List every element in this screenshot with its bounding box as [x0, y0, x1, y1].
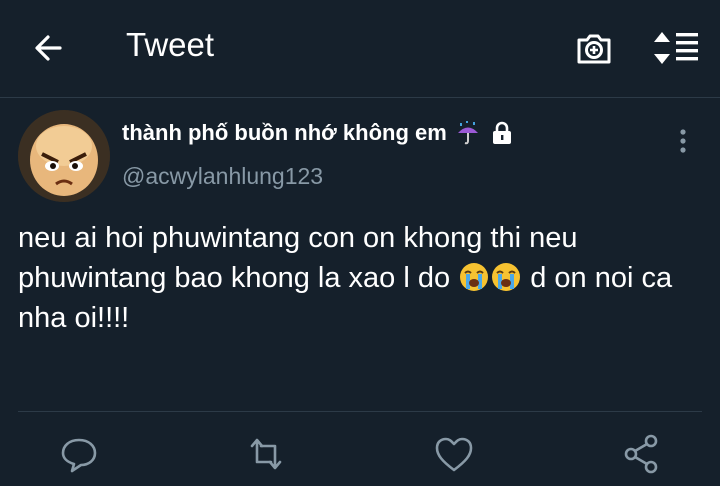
- umbrella-rain-icon: [457, 121, 478, 145]
- page-title: Tweet: [126, 26, 215, 63]
- reply-icon[interactable]: [57, 430, 101, 478]
- header-divider: [0, 97, 720, 98]
- back-arrow-icon[interactable]: [30, 30, 66, 66]
- lock-icon: [492, 121, 511, 144]
- actions-divider: [18, 411, 702, 412]
- sort-list-icon[interactable]: [652, 28, 700, 68]
- author-handle[interactable]: @acwylanhlung123: [122, 163, 323, 190]
- like-icon[interactable]: [432, 430, 476, 478]
- crying-face-emoji-icon: [460, 263, 489, 291]
- display-name[interactable]: thành phố buồn nhớ không em: [122, 120, 447, 146]
- author-name-row: thành phố buồn nhớ không em: [122, 120, 515, 146]
- retweet-icon[interactable]: [244, 430, 288, 478]
- share-icon[interactable]: [619, 430, 663, 478]
- camera-icon[interactable]: [574, 28, 614, 68]
- top-bar: Tweet: [0, 0, 720, 96]
- crying-face-emoji-icon: [492, 263, 521, 291]
- more-options-icon[interactable]: [672, 126, 694, 156]
- avatar[interactable]: [18, 110, 110, 202]
- tweet-text: neu ai hoi phuwintang con on khong thi n…: [18, 218, 708, 338]
- tweet-actions: [0, 430, 720, 480]
